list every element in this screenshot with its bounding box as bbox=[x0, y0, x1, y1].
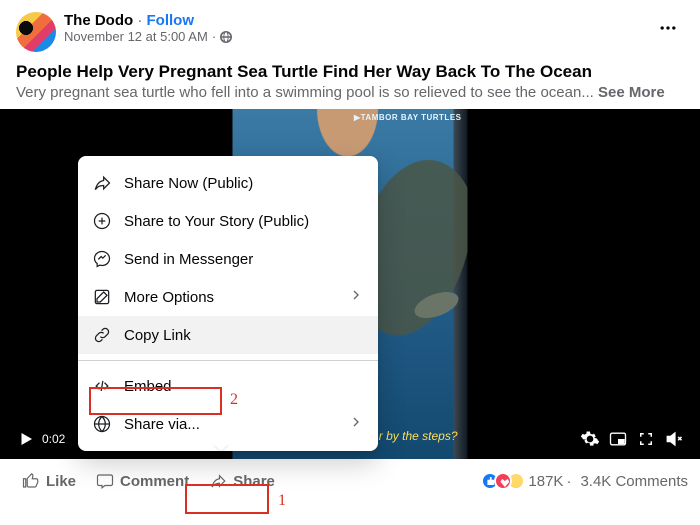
copy-link-item[interactable]: Copy Link bbox=[78, 316, 378, 354]
see-more-link[interactable]: See More bbox=[598, 84, 665, 101]
volume-mute-icon bbox=[664, 429, 684, 449]
globe-grid-icon bbox=[92, 414, 112, 434]
page-avatar[interactable] bbox=[16, 12, 56, 52]
like-label: Like bbox=[46, 473, 76, 490]
menu-item-label: Share Now (Public) bbox=[124, 175, 364, 192]
page-name[interactable]: The Dodo bbox=[64, 12, 133, 29]
plus-circle-icon bbox=[92, 211, 112, 231]
fullscreen-icon bbox=[637, 430, 655, 448]
menu-item-label: Embed bbox=[124, 378, 364, 395]
separator-dot: · bbox=[133, 12, 146, 29]
share-via-item[interactable]: Share via... bbox=[78, 405, 378, 443]
embed-item[interactable]: Embed bbox=[78, 367, 378, 405]
menu-item-label: More Options bbox=[124, 289, 336, 306]
pencil-square-icon bbox=[92, 287, 112, 307]
share-menu: Share Now (Public) Share to Your Story (… bbox=[78, 156, 378, 451]
settings-button[interactable] bbox=[576, 425, 604, 453]
comment-button[interactable]: Comment bbox=[86, 466, 199, 496]
pip-button[interactable] bbox=[604, 425, 632, 453]
reactions-count: 187K bbox=[528, 473, 563, 490]
chevron-right-icon bbox=[348, 414, 364, 434]
menu-item-label: Share via... bbox=[124, 416, 336, 433]
post-timestamp[interactable]: November 12 at 5:00 AM bbox=[64, 29, 208, 44]
menu-item-label: Copy Link bbox=[124, 327, 364, 344]
thumbs-up-icon bbox=[22, 472, 40, 490]
comment-label: Comment bbox=[120, 473, 189, 490]
fullscreen-button[interactable] bbox=[632, 425, 660, 453]
share-now-item[interactable]: Share Now (Public) bbox=[78, 164, 378, 202]
like-button[interactable]: Like bbox=[12, 466, 86, 496]
share-arrow-icon bbox=[92, 173, 112, 193]
ellipsis-icon bbox=[658, 18, 678, 38]
menu-divider bbox=[78, 360, 378, 361]
menu-item-label: Share to Your Story (Public) bbox=[124, 213, 364, 230]
menu-item-label: Send in Messenger bbox=[124, 251, 364, 268]
public-globe-icon bbox=[220, 31, 232, 43]
share-button[interactable]: Share bbox=[199, 466, 285, 496]
separator-dot: · bbox=[212, 29, 216, 44]
annotation-number-1: 1 bbox=[278, 492, 286, 510]
volume-button[interactable] bbox=[660, 425, 688, 453]
reactions-summary[interactable]: 187K · 3.4K Comments bbox=[481, 472, 688, 490]
comments-count[interactable]: 3.4K Comments bbox=[580, 473, 688, 490]
play-icon bbox=[17, 430, 35, 448]
send-messenger-item[interactable]: Send in Messenger bbox=[78, 240, 378, 278]
annotation-number-2: 2 bbox=[230, 391, 238, 409]
chevron-right-icon bbox=[348, 287, 364, 307]
post-description: Very pregnant sea turtle who fell into a… bbox=[16, 84, 598, 101]
video-current-time: 0:02 bbox=[42, 432, 65, 446]
follow-button[interactable]: Follow bbox=[147, 12, 195, 29]
share-label: Share bbox=[233, 473, 275, 490]
comment-icon bbox=[96, 472, 114, 490]
post-menu-button[interactable] bbox=[652, 12, 684, 49]
gear-icon bbox=[580, 429, 600, 449]
messenger-icon bbox=[92, 249, 112, 269]
pip-icon bbox=[608, 429, 628, 449]
video-watermark: ▶TAMBOR BAY TURTLES bbox=[354, 113, 462, 122]
post-title: People Help Very Pregnant Sea Turtle Fin… bbox=[16, 62, 684, 82]
more-options-item[interactable]: More Options bbox=[78, 278, 378, 316]
link-icon bbox=[92, 325, 112, 345]
share-arrow-icon bbox=[209, 472, 227, 490]
share-story-item[interactable]: Share to Your Story (Public) bbox=[78, 202, 378, 240]
code-icon bbox=[92, 376, 112, 396]
separator-dot: · bbox=[566, 473, 571, 490]
play-button[interactable] bbox=[12, 425, 40, 453]
